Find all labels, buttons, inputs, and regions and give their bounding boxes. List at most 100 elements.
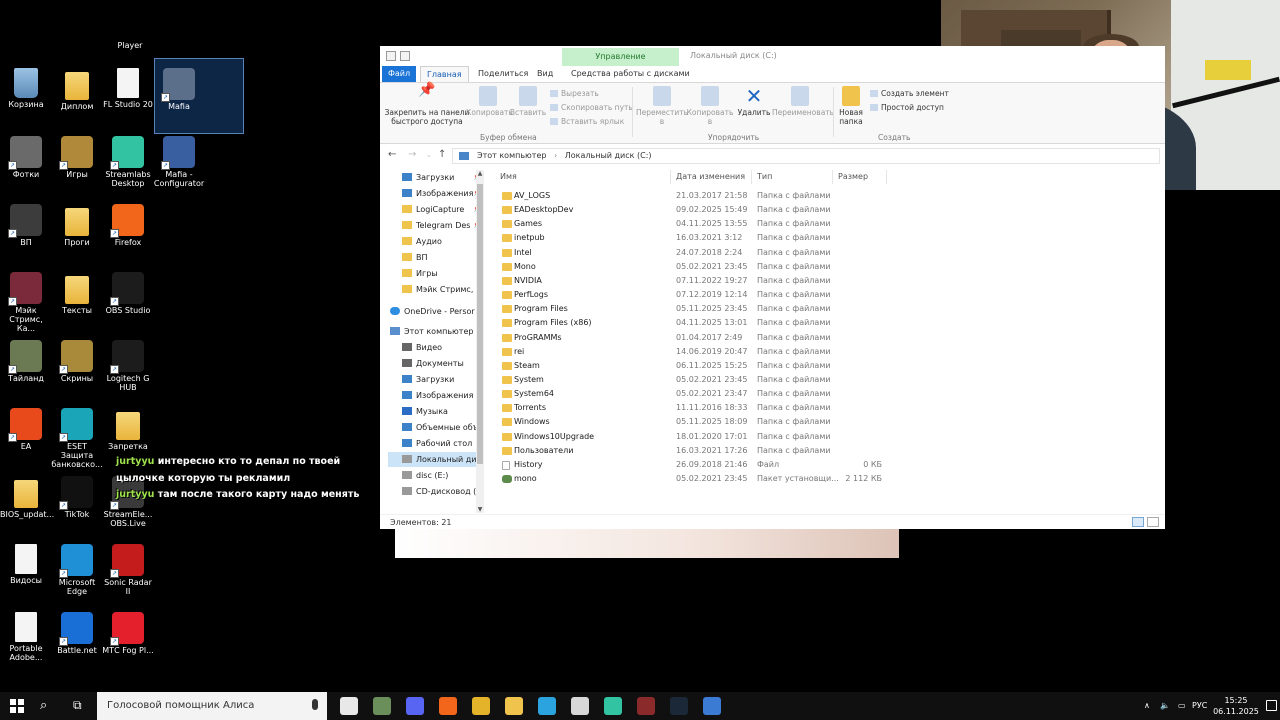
desktop-icon[interactable]: ↗ Logitech G HUB [102,340,154,392]
scroll-down-icon[interactable]: ▼ [476,506,484,513]
rename-button[interactable]: Переименовать [772,86,834,118]
nav-item[interactable]: Telegram Des📌 [388,218,484,233]
copy-path-button[interactable]: Скопировать путь [550,103,633,112]
file-row[interactable]: mono 05.02.2021 23:45 Пакет установщи... 2 … [498,472,898,486]
desktop-icon[interactable]: ↗ Firefox [102,204,154,247]
breadcrumb-this-pc[interactable]: Этот компьютер [477,151,546,160]
nav-item[interactable]: Музыка [388,404,484,419]
new-item-button[interactable]: Создать элемент [870,89,949,98]
tab-share[interactable]: Поделиться [472,66,534,82]
file-row[interactable]: System 05.02.2021 23:45 Папка с файлами [498,373,898,387]
new-folder-button[interactable]: Новая папка [836,86,866,126]
nav-item[interactable]: Мэйк Стримс, К [388,282,484,297]
yandex-icon[interactable] [340,697,358,715]
tab-drive-tools[interactable]: Средства работы с дисками [565,66,696,82]
pin-quick-access-button[interactable]: 📌 Закрепить на панели быстрого доступа [384,83,470,126]
network-icon[interactable]: ▭ [1178,692,1186,720]
desktop-icon[interactable]: ↗ Microsoft Edge [51,544,103,596]
task-view-icon[interactable]: ⧉ [73,698,82,713]
file-row[interactable]: Program Files 05.11.2025 23:45 Папка с фай… [498,302,898,316]
file-row[interactable]: EADesktopDev 09.02.2025 15:49 Папка с файл… [498,203,898,217]
scroll-up-icon[interactable]: ▲ [476,170,484,177]
desktop-icon[interactable]: ↗ Тайланд [0,340,52,383]
desktop-icon[interactable]: ↗ TikTok [51,476,103,519]
paste-button[interactable]: Вставить [508,86,548,118]
microphone-icon[interactable] [312,699,318,710]
search-box[interactable]: Голосовой помощник Алиса [97,692,327,720]
file-row[interactable]: Пользователи 16.03.2021 17:26 Папка с файл… [498,444,898,458]
delete-button[interactable]: ✕ Удалить [734,86,774,118]
desktop-icon[interactable]: Видосы [0,544,52,585]
file-row[interactable]: Mono 05.02.2021 23:45 Папка с файлами [498,260,898,274]
chrome-icon[interactable] [472,697,490,715]
nav-item[interactable]: ВП [388,250,484,265]
nav-item[interactable]: LogiCapture📌 [388,202,484,217]
streamlabs-icon[interactable] [604,697,622,715]
column-size[interactable]: Размер [838,170,868,184]
file-row[interactable]: System64 05.02.2021 23:47 Папка с файлами [498,387,898,401]
clock[interactable]: 15:25 06.11.2025 [1212,695,1260,717]
easy-access-button[interactable]: Простой доступ [870,103,944,112]
desktop-icon[interactable]: ↗ OBS Studio [102,272,154,315]
browser-icon[interactable] [373,697,391,715]
file-row[interactable]: Games 04.11.2025 13:55 Папка с файлами [498,217,898,231]
desktop-icon[interactable]: ↗ Mafia - Configurator [153,136,205,188]
file-row[interactable]: rei 14.06.2019 20:47 Папка с файлами [498,345,898,359]
nav-item[interactable]: OneDrive - Persor [388,304,484,319]
language-indicator[interactable]: РУС [1192,692,1207,720]
context-tab-manage[interactable]: Управление [562,48,679,66]
nav-item[interactable]: disc (E:) [388,468,484,483]
file-row[interactable]: ProGRAMMs 01.04.2017 2:49 Папка с файлами [498,331,898,345]
desktop-icon[interactable]: BIOS_updat... [0,476,54,519]
desktop-icon[interactable]: Проги [51,204,103,247]
large-icons-view-icon[interactable] [1147,517,1159,527]
desktop-icon[interactable]: ↗ Sonic Radar II [102,544,154,596]
column-type[interactable]: Тип [757,170,772,184]
cut-button[interactable]: Вырезать [550,89,599,98]
search-icon[interactable]: ⌕ [40,698,47,713]
tab-file[interactable]: Файл [382,66,416,82]
address-bar[interactable]: Этот компьютер › Локальный диск (C:) [452,148,1160,164]
file-row[interactable]: Windows 05.11.2025 18:09 Папка с файлами [498,415,898,429]
file-row[interactable]: AV_LOGS 21.03.2017 21:58 Папка с файлами [498,189,898,203]
notification-icon[interactable] [1266,700,1277,711]
forward-arrow-icon[interactable]: → [408,149,416,160]
desktop-icon[interactable]: Диплом [51,68,103,111]
file-row[interactable]: Intel 24.07.2018 2:24 Папка с файлами [498,246,898,260]
explorer-icon[interactable] [505,697,523,715]
file-row[interactable]: Windows10Upgrade 18.01.2020 17:01 Папка с … [498,430,898,444]
move-to-button[interactable]: Переместить в [636,86,688,126]
desktop-icon[interactable]: ↗ ВП [0,204,52,247]
nav-item[interactable]: Изображения📌 [388,186,484,201]
nav-item[interactable]: Видео [388,340,484,355]
desktop-icon[interactable]: ↗ Скрины [51,340,103,383]
desktop-icon[interactable]: ↗ ESET Защита банковско... [51,408,103,469]
nav-item[interactable]: Загрузки [388,372,484,387]
copy-button[interactable]: Копировать [466,86,513,118]
scroll-thumb[interactable] [477,184,483,464]
file-row[interactable]: History 26.09.2018 21:46 Файл 0 КБ [498,458,898,472]
desktop-icon[interactable]: ↗ Streamlabs Desktop [102,136,154,188]
desktop-icon[interactable]: Корзина [0,68,52,109]
nav-item[interactable]: Аудио [388,234,484,249]
nav-item[interactable]: CD-дисковод (F [388,484,484,499]
column-date[interactable]: Дата изменения [676,170,745,184]
notepad-icon[interactable] [571,697,589,715]
back-arrow-icon[interactable]: ← [388,149,396,160]
nav-item[interactable]: Рабочий стол [388,436,484,451]
desktop-icon[interactable]: ↗ Фотки [0,136,52,179]
desktop-icon[interactable]: Запретка [102,408,154,451]
column-name[interactable]: Имя [500,170,517,184]
nav-item[interactable]: Загрузки📌 [388,170,484,185]
breadcrumb-local-disk[interactable]: Локальный диск (C:) [565,151,652,160]
tab-view[interactable]: Вид [531,66,559,82]
nav-item[interactable]: Изображения [388,388,484,403]
steam-icon[interactable] [670,697,688,715]
mafia-icon[interactable] [637,697,655,715]
file-row[interactable]: PerfLogs 07.12.2019 12:14 Папка с файлами [498,288,898,302]
file-row[interactable]: Program Files (x86) 04.11.2025 13:01 Папка… [498,316,898,330]
nav-item[interactable]: Игры [388,266,484,281]
file-row[interactable]: Steam 06.11.2025 15:25 Папка с файлами [498,359,898,373]
nav-item[interactable]: Локальный дис [388,452,484,467]
desktop-icon[interactable]: ↗ Battle.net [51,612,103,655]
